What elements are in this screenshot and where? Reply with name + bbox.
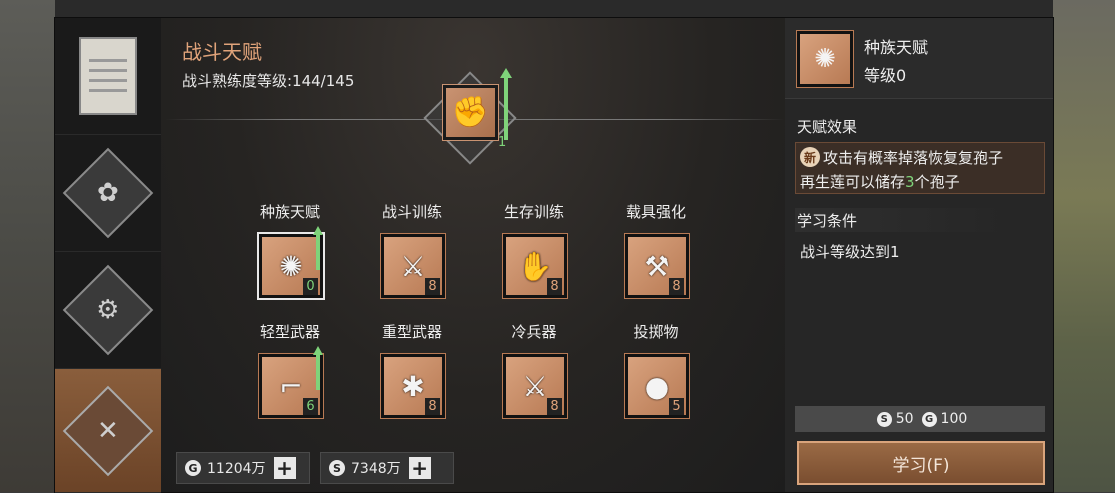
silver-currency: S 7348万 + [320, 452, 454, 484]
detail-skill-level: 等级0 [864, 66, 907, 85]
upgrade-arrow-icon [313, 226, 323, 270]
melee-icon: ⚔ [522, 369, 548, 403]
skill-level: 8 [547, 278, 562, 295]
skill-level: 8 [425, 278, 440, 295]
vehicle-upgrade-icon: ⚒ [644, 249, 670, 283]
skill-label-melee: 冷兵器 [511, 323, 557, 341]
skill-survival-training[interactable]: ✋ 8 [502, 233, 568, 299]
add-silver-button[interactable]: + [408, 456, 431, 480]
effect-line-2-post: 个孢子 [914, 173, 960, 191]
skill-level: 0 [303, 278, 318, 295]
detail-skill-icon: ✺ [796, 30, 854, 88]
learn-button[interactable]: 学习(F) [797, 441, 1045, 485]
certificate-icon [79, 37, 137, 115]
effect-line-2: 再生莲可以储存3个孢子 [800, 171, 960, 192]
new-badge: 新 [800, 147, 820, 167]
skill-label-race: 种族天赋 [259, 203, 320, 221]
top-bar [55, 0, 1053, 18]
heavy-gun-icon: ✱ [401, 369, 425, 403]
cost-gold: 100 [940, 411, 968, 427]
skill-level: 8 [669, 278, 684, 295]
cost-silver: 50 [895, 411, 914, 427]
background-right [1053, 0, 1115, 492]
skill-level: 6 [303, 398, 318, 415]
effect-line-2-pre: 再生莲可以储存 [800, 173, 906, 191]
effect-header: 天赋效果 [797, 118, 858, 136]
grenade-icon: ● [644, 369, 670, 403]
silver-coin-icon: S [329, 460, 345, 476]
effect-spore-count: 3 [905, 173, 915, 191]
tab-survival-emblem[interactable]: ✿ [55, 135, 161, 252]
silver-amount: 7348万 [351, 461, 401, 477]
tab-crafting[interactable]: ⚙ [55, 252, 161, 369]
gold-coin-icon: G [185, 460, 201, 476]
effect-line-1: 攻击有概率掉落恢复复孢子 [823, 149, 1004, 167]
condition-header: 学习条件 [797, 212, 858, 230]
spore-icon: ✺ [279, 249, 303, 283]
upgrade-arrow-icon [313, 346, 323, 390]
learn-cost: S 50 G 100 [795, 406, 1045, 432]
skill-level: 8 [425, 398, 440, 415]
fist-upgrade-icon[interactable]: ✊ [442, 84, 499, 141]
skill-combat-training[interactable]: ⚔ 8 [380, 233, 446, 299]
category-tabs: ✿ ⚙ ✕ [55, 18, 161, 493]
page-title: 战斗天赋 [182, 40, 262, 64]
tab-combat[interactable]: ✕ [55, 369, 161, 493]
skill-vehicle[interactable]: ⚒ 8 [624, 233, 690, 299]
gold-amount: 11204万 [207, 461, 266, 477]
gear-hammer-icon: ⚙ [62, 264, 154, 356]
skill-heavy-weapons[interactable]: ✱ 8 [380, 353, 446, 419]
add-gold-button[interactable]: + [273, 456, 296, 480]
skill-level: 5 [669, 398, 684, 415]
skill-melee[interactable]: ⚔ 8 [502, 353, 568, 419]
skill-throwables[interactable]: ● 5 [624, 353, 690, 419]
gold-currency: G 11204万 + [176, 452, 310, 484]
spore-icon: ✺ [814, 44, 836, 74]
crossed-blades-icon: ⚔ [400, 249, 426, 283]
skill-label-heavy-weapons: 重型武器 [381, 323, 442, 341]
tab-trade-certificate[interactable] [55, 18, 161, 135]
skill-label-survival-training: 生存训练 [503, 203, 564, 221]
hero-count: 1 [498, 135, 507, 150]
background-left [0, 0, 55, 492]
gun-emblem-icon: ✕ [62, 385, 154, 476]
skill-label-combat-training: 战斗训练 [381, 203, 442, 221]
silver-coin-icon: S [876, 411, 892, 427]
condition-text: 战斗等级达到1 [800, 243, 900, 261]
upgrade-arrow-icon [500, 68, 512, 140]
skill-label-vehicle: 载具强化 [625, 203, 686, 221]
skill-label-light-weapons: 轻型武器 [259, 323, 320, 341]
skill-label-throwables: 投掷物 [633, 323, 679, 341]
gold-coin-icon: G [921, 411, 937, 427]
detail-skill-name: 种族天赋 [864, 38, 929, 57]
leaf-emblem-icon: ✿ [62, 147, 154, 239]
skill-level: 8 [547, 398, 562, 415]
pistol-icon: ⌐ [279, 369, 303, 403]
proficiency-level: 战斗熟练度等级:144/145 [182, 72, 355, 90]
